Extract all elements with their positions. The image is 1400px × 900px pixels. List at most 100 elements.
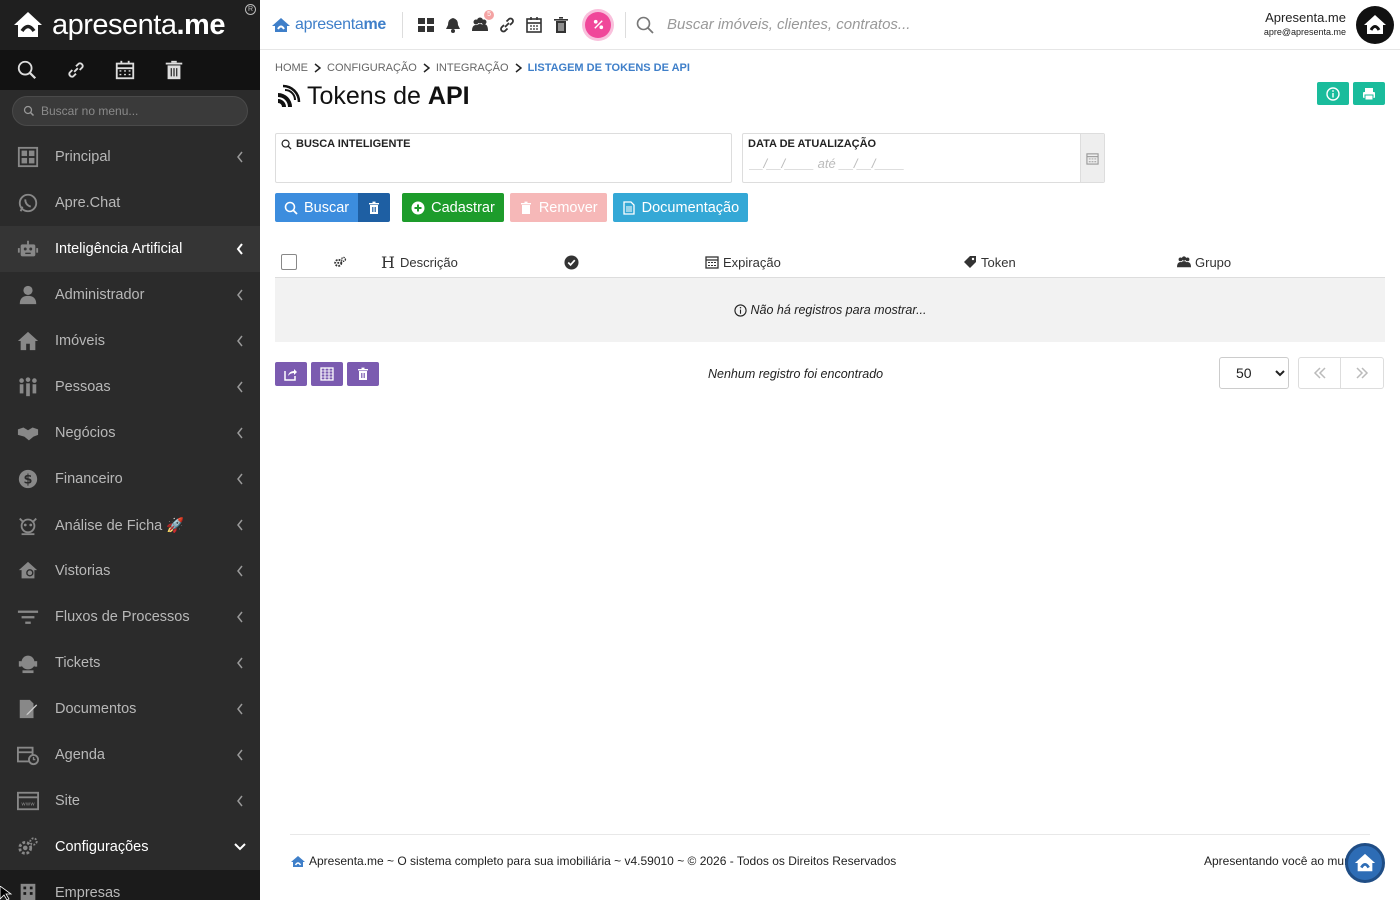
update-date-filter: DATA DE ATUALIZAÇÃO [742, 133, 1105, 183]
mouse-cursor-icon [0, 886, 13, 900]
bell-icon[interactable] [444, 16, 462, 34]
smart-search-input[interactable] [282, 156, 582, 171]
column-token-label: Token [981, 254, 1016, 270]
column-expiration[interactable]: Expiração [705, 246, 781, 278]
users-icon[interactable]: 5 [471, 9, 494, 34]
chevron-left-icon [237, 565, 243, 577]
chevron-left-icon [237, 611, 243, 623]
trash-icon[interactable] [163, 59, 185, 81]
sidebar-item-imoveis[interactable]: Imóveis [0, 318, 260, 364]
trash-icon[interactable] [552, 16, 570, 34]
action-buttons: Buscar Cadastrar Remover Documentação [275, 193, 754, 222]
sidebar-item-tickets[interactable]: Tickets [0, 640, 260, 686]
breadcrumb-configuracao[interactable]: CONFIGURAÇÃO [327, 62, 417, 74]
sidebar-item-agenda[interactable]: Agenda [0, 732, 260, 778]
chevron-left-icon [237, 519, 243, 531]
search-icon [281, 139, 292, 150]
link-icon[interactable] [498, 16, 516, 34]
search-icon[interactable] [16, 59, 38, 81]
sidebar-item-label: Tickets [55, 655, 101, 671]
logo-text-light: apresenta [52, 8, 177, 41]
user-info[interactable]: Apresenta.me apre@apresenta.me [1264, 10, 1346, 37]
columns-button[interactable] [311, 362, 343, 386]
breadcrumb-integracao[interactable]: INTEGRAÇÃO [436, 62, 509, 74]
previous-page-button[interactable] [1298, 357, 1341, 389]
calendar-icon[interactable] [525, 16, 543, 34]
column-group[interactable]: Grupo [1177, 246, 1231, 278]
column-description[interactable]: H Descrição [380, 246, 458, 278]
chevron-left-icon [237, 381, 243, 393]
sidebar-item-empresas[interactable]: Empresas [0, 870, 260, 900]
sidebar-item-fluxos[interactable]: Fluxos de Processos [0, 594, 260, 640]
search-button[interactable]: Buscar [275, 193, 359, 222]
calendar-icon [1086, 152, 1099, 165]
floating-chat-button[interactable] [1345, 843, 1385, 883]
sidebar-item-financeiro[interactable]: $ Financeiro [0, 456, 260, 502]
column-status[interactable] [564, 246, 583, 278]
export-button[interactable] [275, 362, 307, 386]
percent-promo-button[interactable] [585, 11, 611, 38]
add-button[interactable]: Cadastrar [402, 193, 504, 222]
sidebar-search-input[interactable] [41, 104, 231, 118]
inspection-icon [16, 559, 40, 583]
topbar-logo[interactable]: apresentame [271, 16, 386, 34]
cogs-icon [334, 256, 347, 267]
sidebar-item-label: Empresas [55, 885, 121, 900]
date-picker-button[interactable] [1080, 134, 1104, 182]
sidebar-item-configuracoes[interactable]: Configurações [0, 824, 260, 870]
column-actions [333, 246, 351, 278]
select-all-checkbox[interactable] [281, 254, 297, 270]
sidebar-item-negocios[interactable]: Negócios [0, 410, 260, 456]
dashboard-icon[interactable] [417, 16, 435, 34]
column-token[interactable]: Token [963, 246, 1016, 278]
sidebar-item-aprechat[interactable]: Apre.Chat [0, 180, 260, 226]
sidebar-item-site[interactable]: www Site [0, 778, 260, 824]
cogs-icon [16, 835, 40, 859]
sidebar-quick-tools [0, 50, 260, 90]
documentation-button[interactable]: Documentação [612, 193, 749, 222]
avatar[interactable] [1356, 6, 1394, 44]
support-icon [16, 651, 40, 675]
sidebar-item-pessoas[interactable]: Pessoas [0, 364, 260, 410]
breadcrumb-home[interactable]: HOME [275, 62, 308, 74]
user-name: Apresenta.me [1265, 10, 1346, 25]
calendar-icon[interactable] [114, 59, 136, 81]
next-page-button[interactable] [1341, 357, 1384, 389]
sidebar-item-vistorias[interactable]: Vistorias [0, 548, 260, 594]
smart-search-label: BUSCA INTELIGENTE [296, 138, 411, 150]
chevron-left-icon [237, 795, 243, 807]
sidebar-item-principal[interactable]: Principal [0, 134, 260, 180]
sidebar-item-label: Configurações [55, 839, 149, 855]
update-date-input[interactable] [749, 156, 1049, 171]
clear-search-button[interactable] [358, 193, 391, 222]
search-icon [23, 105, 35, 117]
topbar: apresentame 5 Apresenta.me apre@apresent… [260, 0, 1400, 50]
sidebar-item-administrador[interactable]: Administrador [0, 272, 260, 318]
plus-circle-icon [411, 201, 425, 214]
sidebar-logo[interactable]: apresenta.me R [0, 0, 260, 50]
link-icon[interactable] [65, 59, 87, 81]
global-search-input[interactable] [667, 16, 1067, 33]
chevron-left-icon [237, 657, 243, 669]
sidebar-item-label: Agenda [55, 747, 105, 763]
sidebar-item-documentos[interactable]: Documentos [0, 686, 260, 732]
detective-icon [16, 513, 40, 537]
logo-house-icon [14, 12, 42, 37]
page-size-select[interactable]: 50 [1219, 357, 1289, 389]
remove-button[interactable]: Remover [509, 193, 607, 222]
info-button[interactable] [1317, 82, 1349, 105]
www-icon: www [16, 789, 40, 813]
chevron-left-icon [237, 289, 243, 301]
delete-selected-button[interactable] [347, 362, 379, 386]
logo-house-icon [1354, 853, 1376, 872]
sidebar-item-ia[interactable]: Inteligência Artificial [0, 226, 260, 272]
sidebar-item-label: Principal [55, 149, 111, 165]
chevron-right-icon [515, 63, 522, 73]
print-button[interactable] [1353, 82, 1385, 105]
column-group-label: Grupo [1195, 254, 1232, 270]
sidebar-item-analise-ficha[interactable]: Análise de Ficha 🚀 [0, 502, 260, 548]
robot-icon [16, 237, 40, 261]
whatsapp-icon [16, 191, 40, 215]
logo-house-icon [272, 17, 290, 32]
sidebar-item-label: Inteligência Artificial [55, 241, 183, 257]
